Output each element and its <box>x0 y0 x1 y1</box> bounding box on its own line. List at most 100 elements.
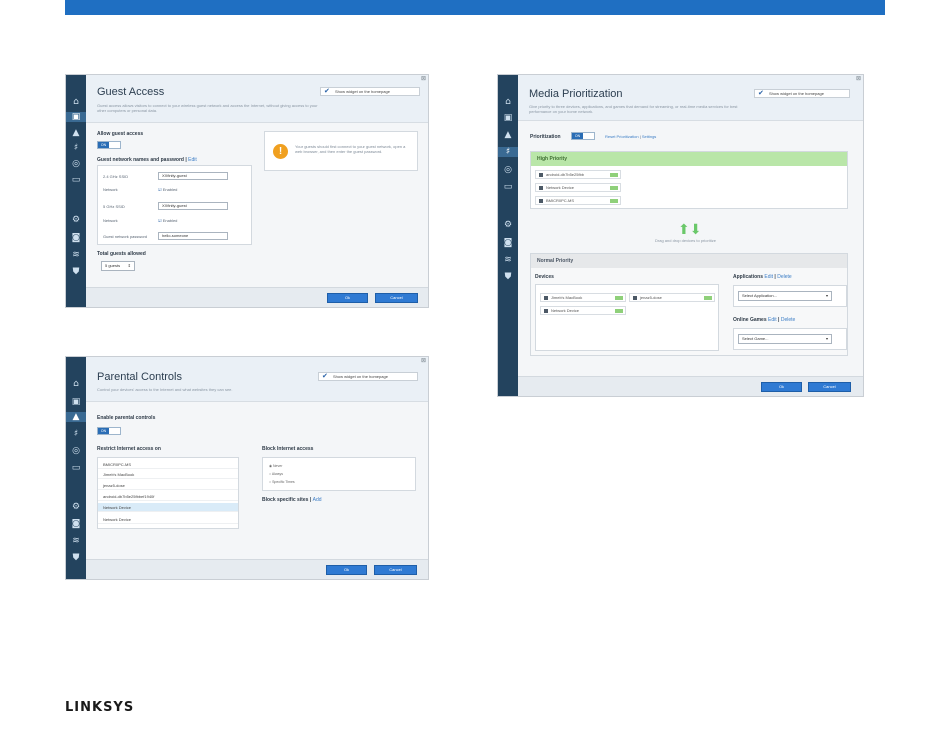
device-icon[interactable]: ▭ <box>70 463 82 473</box>
shield-icon[interactable]: ⛊ <box>502 272 514 282</box>
media-icon[interactable]: ♯ <box>498 147 518 157</box>
close-icon[interactable]: ⊠ <box>421 357 426 364</box>
list-item[interactable]: BMICR0PC-MS <box>98 460 238 469</box>
edit-link[interactable]: Edit <box>764 274 773 280</box>
apps-panel: Select Application... ▾ <box>733 285 847 307</box>
ok-button[interactable]: Ok <box>761 382 802 392</box>
speed-icon[interactable]: ◎ <box>70 159 82 169</box>
chevron-down-icon: ⇕ <box>127 263 131 268</box>
delete-link[interactable]: Delete <box>777 274 791 280</box>
guest-icon[interactable]: ▣ <box>70 397 82 407</box>
usb-icon[interactable]: ♯ <box>70 429 82 439</box>
wifi-icon[interactable]: ≋ <box>502 255 514 265</box>
wifi-icon[interactable]: ≋ <box>70 536 82 546</box>
home-icon[interactable]: ⌂ <box>70 379 82 389</box>
ssid-24-field[interactable]: XXfinity-guest <box>158 172 228 180</box>
widget-checkbox[interactable]: ✔ Show widget on the homepage <box>320 87 420 96</box>
edit-link[interactable]: Edit <box>188 157 197 163</box>
radio-specific[interactable]: ○ Specific Times <box>269 480 295 484</box>
alert-icon[interactable]: ▲ <box>70 128 82 138</box>
games-select[interactable]: Select Game... ▾ <box>738 334 832 344</box>
page-title: Parental Controls <box>97 371 182 383</box>
names-label: Guest network names and password | Edit <box>97 157 197 163</box>
network-icon[interactable]: ⚙ <box>502 220 514 230</box>
home-icon[interactable]: ⌂ <box>70 97 82 107</box>
widget-label: Show widget on the homepage <box>333 374 388 379</box>
prio-label: Prioritization <box>530 134 561 140</box>
cancel-button[interactable]: Cancel <box>808 382 851 392</box>
shield-icon[interactable]: ⛊ <box>70 267 82 277</box>
home-icon[interactable]: ⌂ <box>502 97 514 107</box>
guest-content: Guest Access Guest access allows visitor… <box>86 75 428 307</box>
parental-header: Parental Controls Control your devices' … <box>86 357 428 402</box>
page-title: Media Prioritization <box>529 88 623 100</box>
android-icon <box>539 173 543 177</box>
page-description: Control your devices' access to the Inte… <box>97 387 233 392</box>
device-icon <box>539 186 543 190</box>
ok-button[interactable]: Ok <box>327 293 368 303</box>
cancel-button[interactable]: Cancel <box>375 293 418 303</box>
device-icon[interactable]: ▭ <box>502 182 514 192</box>
device-item[interactable]: jenaz5-dose <box>629 293 715 302</box>
guest-icon[interactable]: ▣ <box>502 113 514 123</box>
list-item[interactable]: android-db7b5e25fbbef1940f <box>98 492 238 501</box>
footer: Ok Cancel <box>86 559 428 579</box>
close-icon[interactable]: ⊠ <box>421 75 426 82</box>
list-item[interactable]: Jimeb's MacBook <box>98 470 238 479</box>
close-icon[interactable]: ⊠ <box>856 75 861 82</box>
guest-toggle[interactable]: ON <box>97 141 121 149</box>
speed-icon[interactable]: ◎ <box>502 165 514 175</box>
widget-checkbox[interactable]: ✔ Show widget on the homepage <box>318 372 418 381</box>
parental-toggle[interactable]: ON <box>97 427 121 435</box>
guest-icon[interactable]: ▣ <box>66 112 86 122</box>
device-item[interactable]: BMICR0PC-MS <box>535 196 621 205</box>
device-item[interactable]: Network Device <box>540 306 626 315</box>
ssid-5-field[interactable]: XXfinity-guest <box>158 202 228 210</box>
signal-icon <box>704 296 712 300</box>
wifi-icon[interactable]: ≋ <box>70 250 82 260</box>
footer: Ok Cancel <box>86 287 428 307</box>
prio-toggle[interactable]: ON <box>571 132 595 140</box>
device-list: BMICR0PC-MS Jimeb's MacBook jenaz5-dose … <box>97 457 239 529</box>
password-field[interactable]: hello-someone <box>158 232 228 240</box>
camera-icon[interactable]: ◙ <box>70 233 82 243</box>
camera-icon[interactable]: ◙ <box>502 238 514 248</box>
page-description: Guest access allows visitors to connect … <box>97 103 318 113</box>
camera-icon[interactable]: ◙ <box>70 519 82 529</box>
list-item[interactable]: Network Device <box>98 503 238 512</box>
network-icon[interactable]: ⚙ <box>70 502 82 512</box>
add-link[interactable]: Add <box>313 497 322 503</box>
header-bar <box>65 0 885 15</box>
alert-icon[interactable]: ▲ <box>502 130 514 140</box>
speed-icon[interactable]: ◎ <box>70 446 82 456</box>
edit-link[interactable]: Edit <box>768 317 777 323</box>
check-icon: ☑ <box>158 218 162 223</box>
radio-always[interactable]: ○ Always <box>269 472 283 476</box>
device-icon <box>544 309 548 313</box>
guests-select[interactable]: 5 guests ⇕ <box>101 261 135 271</box>
device-icon[interactable]: ▭ <box>70 175 82 185</box>
devices-label: Devices <box>535 274 554 280</box>
cancel-button[interactable]: Cancel <box>374 565 417 575</box>
settings-link[interactable]: Settings <box>642 134 656 139</box>
reset-link[interactable]: Reset Prioritization <box>605 134 639 139</box>
sidebar: ⌂ ▣ ▲ ♯ ◎ ▭ ⚙ ◙ ≋ ⛊ <box>498 75 518 396</box>
device-item[interactable]: Network Device <box>535 183 621 192</box>
ok-button[interactable]: Ok <box>326 565 367 575</box>
usb-icon[interactable]: ♯ <box>70 143 82 153</box>
apps-select[interactable]: Select Application... ▾ <box>738 291 832 301</box>
list-item[interactable]: Network Device <box>98 515 238 524</box>
widget-checkbox[interactable]: ✔ Show widget on the homepage <box>754 89 850 98</box>
parental-content: Parental Controls Control your devices' … <box>86 357 428 579</box>
shield-icon[interactable]: ⛊ <box>70 553 82 563</box>
high-priority-band: High Priority <box>531 152 847 166</box>
device-item[interactable]: Jimeb's MacBook <box>540 293 626 302</box>
signal-icon <box>615 309 623 313</box>
list-item[interactable]: jenaz5-dose <box>98 481 238 490</box>
delete-link[interactable]: Delete <box>781 317 795 323</box>
device-item[interactable]: android-db7b5e25fbb <box>535 170 621 179</box>
network-icon[interactable]: ⚙ <box>70 215 82 225</box>
check-icon: ✔ <box>324 88 330 95</box>
parental-icon[interactable]: ▲ <box>66 412 86 422</box>
radio-never[interactable]: ◉ Never <box>269 464 282 468</box>
